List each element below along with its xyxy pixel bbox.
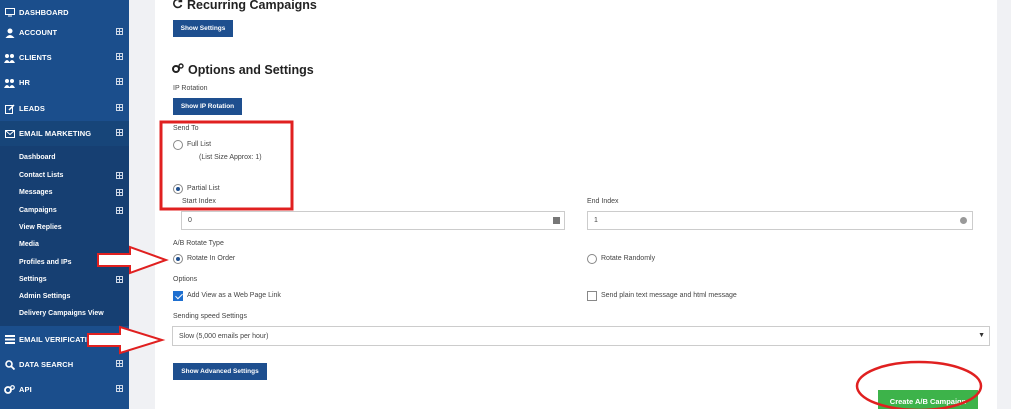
annotation-ellipse [855,360,983,409]
annotation-box [159,120,294,211]
annotation-arrow [97,245,169,275]
annotation-overlay [87,120,983,409]
annotation-arrow [87,325,166,355]
